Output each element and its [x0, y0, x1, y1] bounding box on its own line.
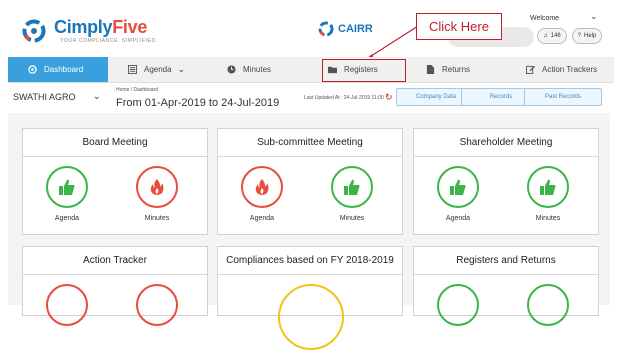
thumbs-up-icon [540, 179, 556, 195]
status-indicator[interactable] [527, 284, 569, 326]
tab-action-trackers[interactable]: Action Trackers [526, 57, 597, 82]
dashboard-icon [28, 65, 37, 74]
help-button[interactable]: ? Help [572, 28, 602, 44]
registers-and-returns-card: Registers and Returns [413, 246, 599, 326]
card-title: Action Tracker [23, 247, 207, 275]
agenda-label: Agenda [54, 215, 80, 222]
thumbs-up-icon [450, 179, 466, 195]
card-title: Registers and Returns [414, 247, 598, 275]
status-indicator[interactable] [46, 284, 88, 326]
action-tracker-card: Action Tracker [22, 246, 208, 326]
brand-logo-text: CimplyFive [54, 17, 148, 37]
compliance-gauge[interactable] [278, 284, 344, 350]
agenda-status-button[interactable] [46, 166, 88, 208]
cimplyfive-logo-icon [22, 19, 46, 43]
registers-highlight-box [322, 59, 406, 82]
card-title: Shareholder Meeting [414, 129, 598, 157]
fire-icon [255, 179, 269, 195]
breadcrumb: Home / Dashboard [116, 87, 158, 93]
compliances-card: Compliances based on FY 2018-2019 [217, 246, 403, 350]
period-text: From 01-Apr-2019 to 24-Jul-2019 [116, 97, 280, 109]
bell-icon: ♫ [543, 33, 548, 39]
list-icon [128, 65, 137, 74]
minutes-label: Minutes [339, 215, 365, 222]
agenda-label: Agenda [249, 215, 275, 222]
board-meeting-card: Board Meeting Agenda Minutes [22, 128, 208, 235]
brand-tagline: YOUR COMPLIANCE. SIMPLIFIED. [60, 38, 158, 44]
card-title: Compliances based on FY 2018-2019 [218, 247, 402, 275]
card-title: Board Meeting [23, 129, 207, 157]
status-indicator[interactable] [437, 284, 479, 326]
tab-minutes[interactable]: Minutes [227, 57, 271, 82]
sub-committee-meeting-card: Sub-committee Meeting Agenda Minutes [217, 128, 403, 235]
tab-agenda[interactable]: Agenda ⌄ [128, 57, 185, 82]
refresh-icon[interactable]: ↻ [385, 92, 393, 103]
agenda-status-button[interactable] [241, 166, 283, 208]
edit-icon [526, 65, 535, 74]
tab-dashboard[interactable]: Dashboard [8, 57, 108, 82]
notifications-button[interactable]: ♫ 146 [537, 28, 567, 44]
minutes-status-button[interactable] [527, 166, 569, 208]
minutes-label: Minutes [535, 215, 561, 222]
chevron-down-icon: ⌄ [177, 64, 186, 74]
question-icon: ? [577, 33, 581, 39]
agenda-label: Agenda [445, 215, 471, 222]
welcome-text: Welcome [530, 15, 560, 22]
shareholder-meeting-card: Shareholder Meeting Agenda Minutes [413, 128, 599, 235]
cairr-logo-icon [318, 21, 334, 37]
last-updated-text: Last Updated At : 24-Jul-2019 11:00 [304, 95, 384, 101]
document-icon [426, 65, 435, 74]
thumbs-up-icon [344, 179, 360, 195]
minutes-status-button[interactable] [331, 166, 373, 208]
minutes-label: Minutes [144, 215, 170, 222]
tab-returns[interactable]: Returns [426, 57, 470, 82]
status-indicator[interactable] [136, 284, 178, 326]
card-title: Sub-committee Meeting [218, 129, 402, 157]
fire-icon [150, 179, 164, 195]
thumbs-up-icon [59, 179, 75, 195]
user-menu-chevron-icon[interactable]: ⌄ [590, 11, 598, 22]
chevron-down-icon[interactable]: ⌄ [93, 91, 101, 102]
clock-icon [227, 65, 236, 74]
agenda-status-button[interactable] [437, 166, 479, 208]
dashboard-panel: Board Meeting Agenda Minutes Sub-committ… [8, 113, 610, 350]
company-select[interactable]: SWATHI AGRO [13, 92, 76, 102]
click-here-callout: Click Here [416, 13, 502, 40]
past-records-button[interactable]: Past Records [524, 88, 602, 106]
main-nav: Dashboard Agenda ⌄ Minutes Registers Ret… [8, 57, 614, 83]
minutes-status-button[interactable] [136, 166, 178, 208]
